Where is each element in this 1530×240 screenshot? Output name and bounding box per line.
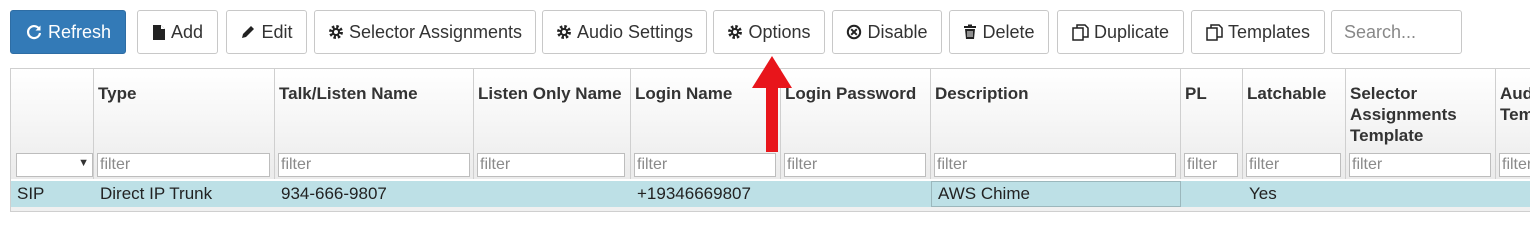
column-title: Audio Templ (1500, 84, 1530, 124)
ban-icon (846, 24, 862, 40)
pl-filter-input[interactable] (1184, 153, 1238, 177)
gear-icon (727, 24, 743, 40)
disable-label: Disable (867, 21, 928, 42)
column-header-talk-listen-name[interactable]: Talk/Listen Name (275, 69, 474, 179)
file-icon (152, 24, 166, 41)
gear-icon (556, 24, 572, 40)
selector-assignments-button[interactable]: Selector Assignments (314, 10, 536, 54)
duplicate-button[interactable]: Duplicate (1057, 10, 1184, 54)
column-title: Type (98, 84, 137, 103)
latchable-filter-input[interactable] (1246, 153, 1341, 177)
gear-icon (328, 24, 344, 40)
cell-protocol: SIP (17, 184, 45, 203)
column-header-audio-template[interactable]: Audio Templ (1496, 69, 1530, 179)
column-title: Listen Only Name (478, 84, 622, 103)
delete-button[interactable]: Delete (949, 10, 1049, 54)
audio-settings-label: Audio Settings (576, 21, 694, 42)
pencil-icon (240, 24, 256, 40)
selector-template-filter-input[interactable] (1349, 153, 1491, 177)
cell-pl (1181, 181, 1243, 207)
cell-selector-template (1346, 181, 1496, 207)
column-header-latchable[interactable]: Latchable (1243, 69, 1346, 179)
audio-settings-button[interactable]: Audio Settings (542, 10, 707, 54)
login-name-filter-input[interactable] (634, 153, 776, 177)
cell-description[interactable]: AWS Chime (931, 181, 1181, 207)
protocol-filter-select[interactable]: ▼ (16, 153, 93, 177)
cell-audio-template (1496, 181, 1530, 207)
login-password-filter-input[interactable] (784, 153, 926, 177)
refresh-button[interactable]: Refresh (10, 10, 126, 54)
copy-icon (1206, 23, 1223, 41)
column-header-type[interactable]: Type (94, 69, 275, 179)
column-header-selector-assignments-template[interactable]: Selector Assignments Template (1346, 69, 1496, 179)
disable-button[interactable]: Disable (832, 10, 942, 54)
annotation-arrow-icon (752, 56, 792, 152)
options-label: Options (748, 21, 811, 42)
copy-icon (1072, 23, 1089, 41)
column-header-protocol[interactable]: ▼ (11, 69, 94, 179)
column-title: Latchable (1247, 84, 1327, 103)
options-button[interactable]: Options (713, 10, 825, 54)
templates-button[interactable]: Templates (1191, 10, 1325, 54)
table-row[interactable] (11, 207, 1530, 211)
duplicate-label: Duplicate (1093, 21, 1170, 42)
column-header-description[interactable]: Description (931, 69, 1181, 179)
audio-template-filter-input[interactable] (1499, 153, 1530, 177)
cell-login-name: +19346669807 (637, 184, 751, 203)
cell-talk-listen-name: 934-666-9807 (281, 184, 387, 203)
trash-icon (963, 24, 977, 40)
column-header-login-password[interactable]: Login Password (781, 69, 931, 179)
delete-label: Delete (982, 21, 1035, 42)
edit-label: Edit (261, 21, 293, 42)
column-header-listen-only-name[interactable]: Listen Only Name (474, 69, 631, 179)
refresh-icon (25, 23, 43, 41)
cell-type: Direct IP Trunk (100, 184, 213, 203)
column-title: Login Password (785, 84, 917, 103)
column-header-pl[interactable]: PL (1181, 69, 1243, 179)
talk-listen-name-filter-input[interactable] (278, 153, 470, 177)
column-title: Talk/Listen Name (279, 84, 418, 103)
templates-label: Templates (1227, 21, 1311, 42)
search-input[interactable] (1331, 10, 1462, 54)
cell-login-password (781, 181, 931, 207)
description-filter-input[interactable] (934, 153, 1176, 177)
cell-listen-only-name (474, 181, 631, 207)
listen-only-name-filter-input[interactable] (477, 153, 625, 177)
column-title: Selector Assignments Template (1350, 84, 1457, 145)
column-title: Description (935, 84, 1029, 103)
column-title: PL (1185, 84, 1207, 103)
type-filter-input[interactable] (97, 153, 270, 177)
cell-latchable: Yes (1249, 184, 1277, 203)
refresh-label: Refresh (47, 21, 112, 42)
caret-down-icon: ▼ (78, 157, 89, 169)
table-row[interactable]: SIP Direct IP Trunk 934-666-9807 +193466… (11, 181, 1530, 207)
selector-assignments-label: Selector Assignments (348, 21, 523, 42)
add-button[interactable]: Add (137, 10, 218, 54)
add-label: Add (170, 21, 204, 42)
edit-button[interactable]: Edit (226, 10, 307, 54)
